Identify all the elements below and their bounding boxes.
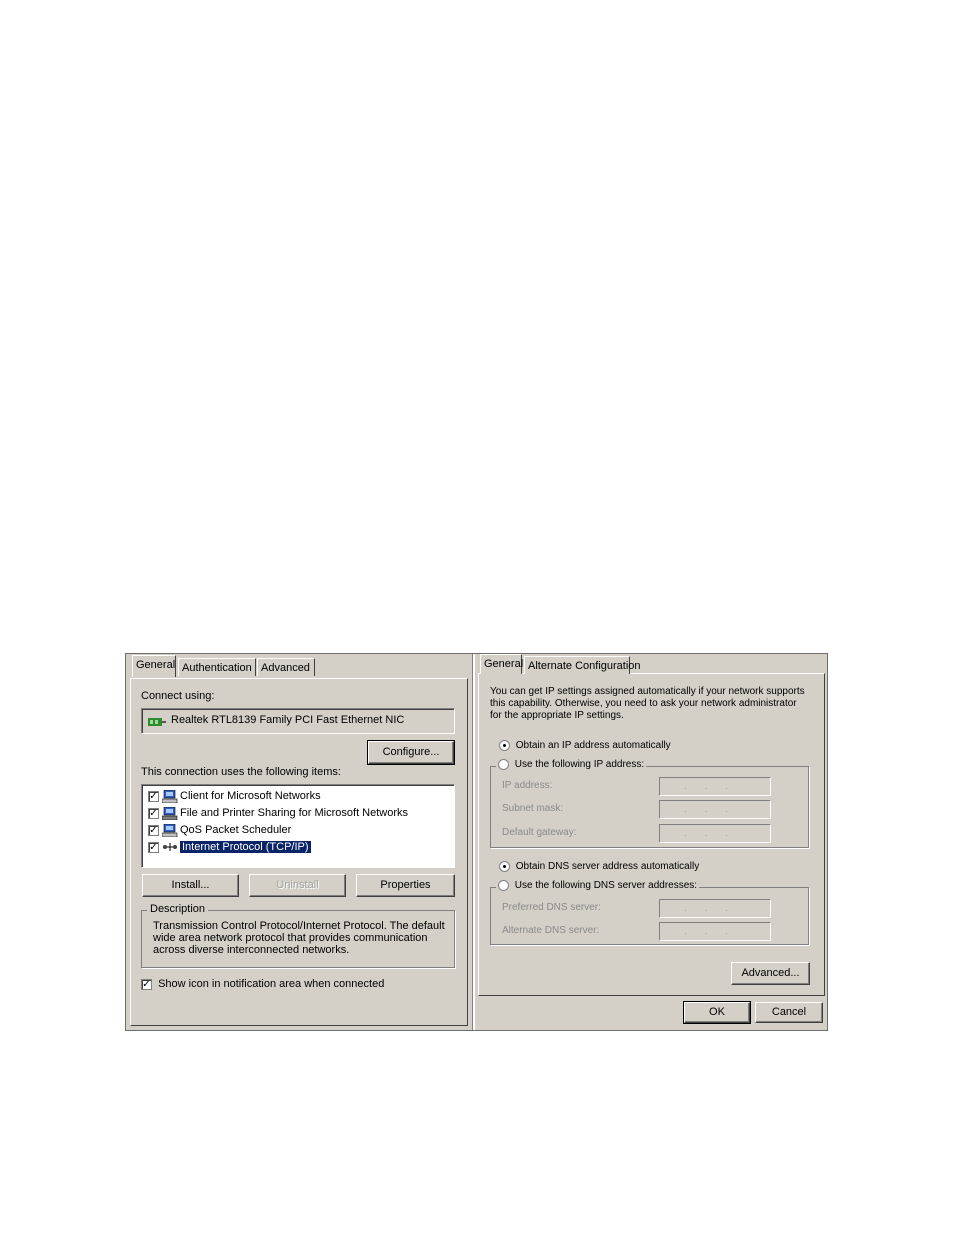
checkbox-qos-scheduler[interactable]: ✓ xyxy=(148,824,159,836)
obtain-ip-auto-label: Obtain an IP address automatically xyxy=(515,740,671,752)
tab-alternate-configuration[interactable]: Alternate Configuration xyxy=(524,656,641,674)
subnet-mask-label: Subnet mask: xyxy=(502,803,564,814)
alternate-dns-field[interactable]: ... xyxy=(659,922,771,941)
list-item-file-printer-sharing[interactable]: ✓ File and Printer Sharing for Microsoft … xyxy=(148,805,408,821)
connection-properties-dialog: General Authentication Advanced Connect … xyxy=(126,654,472,1030)
description-title: Description xyxy=(147,903,209,915)
item-label: QoS Packet Scheduler xyxy=(180,824,292,836)
properties-button[interactable]: Properties xyxy=(356,874,455,897)
use-following-dns-label: Use the following DNS server addresses: xyxy=(514,880,698,892)
tab-general[interactable]: General xyxy=(480,654,523,674)
use-following-ip-radio[interactable] xyxy=(498,759,509,770)
show-icon-label: Show icon in notification area when conn… xyxy=(158,978,385,990)
network-protocol-icon xyxy=(162,841,178,854)
preferred-dns-label: Preferred DNS server: xyxy=(502,902,601,913)
checkbox-tcpip[interactable]: ✓ xyxy=(148,841,159,853)
default-gateway-label: Default gateway: xyxy=(502,827,577,838)
ip-address-field[interactable]: ... xyxy=(659,777,771,796)
file-printer-sharing-icon xyxy=(161,806,178,820)
default-gateway-field[interactable]: ... xyxy=(659,824,771,843)
cancel-button[interactable]: Cancel xyxy=(755,1002,823,1023)
tcpip-properties-dialog: General Alternate Configuration You can … xyxy=(475,654,827,1030)
use-following-ip-label: Use the following IP address: xyxy=(514,759,645,771)
alternate-dns-label: Alternate DNS server: xyxy=(502,925,600,936)
intro-text: You can get IP settings assigned automat… xyxy=(490,686,805,721)
checkbox-file-printer-sharing[interactable]: ✓ xyxy=(148,807,159,819)
item-label: Client for Microsoft Networks xyxy=(180,790,321,802)
item-label-selected: Internet Protocol (TCP/IP) xyxy=(179,840,312,854)
preferred-dns-field[interactable]: ... xyxy=(659,899,771,918)
tab-general[interactable]: General xyxy=(132,655,176,677)
components-list[interactable]: ✓ Client for Microsoft Networks ✓ File and… xyxy=(141,784,455,868)
show-icon-checkbox[interactable]: ✓ xyxy=(141,978,152,990)
obtain-dns-auto-label: Obtain DNS server address automatically xyxy=(515,861,700,873)
tab-advanced[interactable]: Advanced xyxy=(257,658,315,676)
list-item-tcpip[interactable]: ✓ Internet Protocol (TCP/IP) xyxy=(148,839,312,855)
show-icon-row[interactable]: ✓ Show icon in notification area when co… xyxy=(141,978,384,990)
network-settings-screenshot: General Authentication Advanced Connect … xyxy=(125,653,828,1031)
qos-scheduler-icon xyxy=(161,823,178,837)
tab-authentication[interactable]: Authentication xyxy=(178,658,256,676)
install-button[interactable]: Install... xyxy=(142,874,239,897)
use-following-ip-row[interactable]: Use the following IP address: xyxy=(496,759,647,771)
obtain-dns-auto-row[interactable]: Obtain DNS server address automatically xyxy=(499,861,699,872)
network-client-icon xyxy=(161,789,178,803)
ok-button[interactable]: OK xyxy=(683,1001,751,1024)
list-item-qos-scheduler[interactable]: ✓ QoS Packet Scheduler xyxy=(148,822,291,838)
obtain-ip-auto-radio[interactable] xyxy=(499,740,510,751)
network-card-icon xyxy=(148,715,166,733)
obtain-ip-auto-row[interactable]: Obtain an IP address automatically xyxy=(499,740,671,751)
subnet-mask-field[interactable]: ... xyxy=(659,800,771,819)
configure-button[interactable]: Configure... xyxy=(367,740,455,765)
adapter-name: Realtek RTL8139 Family PCI Fast Ethernet… xyxy=(171,714,405,726)
ip-address-label: IP address: xyxy=(502,780,553,791)
use-following-dns-radio[interactable] xyxy=(498,880,509,891)
adapter-box: Realtek RTL8139 Family PCI Fast Ethernet… xyxy=(141,708,455,734)
item-label: File and Printer Sharing for Microsoft N… xyxy=(180,807,409,819)
use-following-dns-row[interactable]: Use the following DNS server addresses: xyxy=(496,880,700,892)
obtain-dns-auto-radio[interactable] xyxy=(499,861,510,872)
items-label: This connection uses the following items… xyxy=(141,766,341,778)
uninstall-button[interactable]: Uninstall xyxy=(249,874,346,897)
connect-using-label: Connect using: xyxy=(141,690,215,702)
list-item-client[interactable]: ✓ Client for Microsoft Networks xyxy=(148,788,321,804)
description-text: Transmission Control Protocol/Internet P… xyxy=(153,920,445,956)
advanced-button[interactable]: Advanced... xyxy=(731,962,810,985)
checkbox-client[interactable]: ✓ xyxy=(148,790,159,802)
